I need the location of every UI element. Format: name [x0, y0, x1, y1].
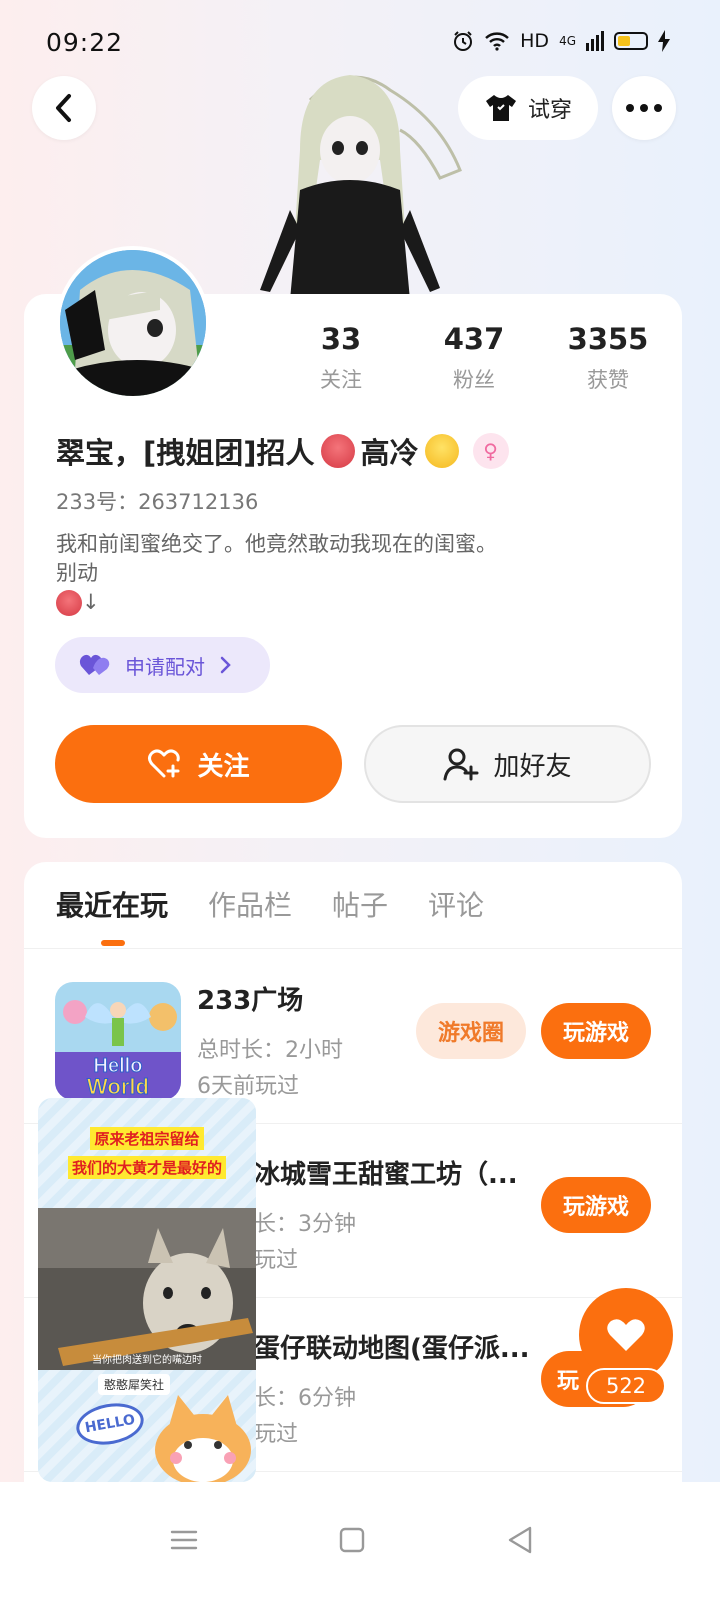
- nickname-text-2: 高冷: [360, 436, 419, 470]
- user-id: 233号：263712136: [56, 490, 259, 514]
- tab-posts[interactable]: 帖子: [332, 884, 388, 924]
- request-pair-button[interactable]: 申请配对: [55, 637, 270, 693]
- hello-bubble: HELLO: [73, 1398, 147, 1450]
- video-caption-line1: 原来老祖宗留给: [90, 1127, 204, 1150]
- tab-works[interactable]: 作品栏: [208, 884, 292, 924]
- stat-fans-value: 437: [443, 322, 505, 356]
- nickname-text-1: 翠宝，[拽姐团]招人: [56, 436, 315, 470]
- system-nav-bar: [0, 1482, 720, 1600]
- nickname: 翠宝，[拽姐团]招人 高冷 ♀: [56, 430, 509, 472]
- floating-video[interactable]: 原来老祖宗留给 我们的大黄才是最好的 当你把肉送到它的嘴边时 憨憨犀笑社 HEL…: [38, 1098, 256, 1482]
- game-title: 233广场: [197, 986, 304, 1016]
- avatar[interactable]: [56, 246, 210, 400]
- dog-image: [38, 1208, 256, 1370]
- status-time: 09:22: [46, 28, 124, 57]
- stat-following-value: 33: [320, 322, 362, 356]
- bio-suffix: ↓: [82, 590, 100, 614]
- try-on-label: 试穿: [527, 98, 572, 123]
- add-friend-label: 加好友: [493, 751, 572, 782]
- heart-plus-icon: [148, 749, 181, 778]
- signal-type: 4G: [559, 34, 576, 48]
- video-bottom-frame: 憨憨犀笑社 HELLO: [38, 1370, 256, 1482]
- status-icons: HD 4G: [452, 30, 670, 52]
- back-button[interactable]: [32, 76, 96, 140]
- character-figure: [260, 75, 462, 300]
- triangle-back-icon: [508, 1526, 532, 1554]
- menu-icon: [170, 1530, 198, 1550]
- request-pair-label: 申请配对: [125, 654, 205, 679]
- more-dots-icon: [626, 104, 662, 112]
- game-last-played: 6天前玩过: [197, 1074, 299, 1099]
- signal-icon: [586, 31, 604, 51]
- tab-recent-played[interactable]: 最近在玩: [56, 884, 168, 924]
- heart-icon: [607, 1319, 645, 1351]
- chevron-right-icon: [220, 656, 231, 674]
- game-title: 冰城雪王甜蜜工坊（...: [254, 1160, 518, 1190]
- home-nav-button[interactable]: [322, 1510, 382, 1570]
- female-icon: ♀: [472, 433, 509, 469]
- heart-pair-icon: [79, 654, 110, 675]
- game-duration: 长：6分钟: [254, 1386, 356, 1411]
- try-on-button[interactable]: 试穿: [458, 76, 598, 140]
- charging-icon: [658, 30, 670, 52]
- stat-fans-label: 粉丝: [453, 368, 495, 392]
- back-nav-button[interactable]: [490, 1510, 550, 1570]
- bio: 我和前闺蜜绝交了。他竟然敢动我现在的闺蜜。 别动 ↓: [56, 530, 497, 617]
- video-frame: 当你把肉送到它的嘴边时: [38, 1208, 256, 1370]
- video-subtitle: 当你把肉送到它的嘴边时: [92, 1355, 202, 1366]
- chevron-left-icon: [56, 94, 71, 122]
- follow-label: 关注: [197, 751, 250, 782]
- video-caption-area: 原来老祖宗留给 我们的大黄才是最好的: [38, 1098, 256, 1208]
- battery-icon: [614, 32, 648, 50]
- follow-button[interactable]: 关注: [55, 725, 342, 803]
- like-count: 522: [586, 1368, 666, 1404]
- tab-bar: 最近在玩 作品栏 帖子 评论: [56, 884, 484, 924]
- stat-following-label: 关注: [320, 368, 362, 392]
- stat-likes-label: 获赞: [587, 368, 629, 392]
- tabs-divider: [24, 948, 682, 949]
- bio-text: 我和前闺蜜绝交了。他竟然敢动我现在的闺蜜。 别动: [56, 532, 497, 585]
- angry-emoji-icon: [56, 590, 82, 616]
- stat-following[interactable]: 33 关注: [281, 322, 401, 394]
- corgi-icon: [155, 1395, 251, 1482]
- tab-comments[interactable]: 评论: [428, 884, 484, 924]
- tshirt-icon: [485, 95, 516, 121]
- square-icon: [339, 1527, 365, 1553]
- network-type: HD: [520, 30, 550, 52]
- stat-fans[interactable]: 437 粉丝: [414, 322, 534, 394]
- game-duration: 长：3分钟: [254, 1212, 356, 1237]
- menu-nav-button[interactable]: [154, 1510, 214, 1570]
- game-icon-233-plaza[interactable]: Hello World: [55, 982, 181, 1100]
- game-last-played: 玩过: [254, 1248, 299, 1273]
- svg-text:World: World: [87, 1074, 149, 1099]
- more-button[interactable]: [612, 76, 676, 140]
- add-user-icon: [443, 748, 479, 781]
- game-duration: 总时长：2小时: [197, 1038, 343, 1063]
- add-friend-button[interactable]: 加好友: [364, 725, 651, 803]
- video-caption-line2: 我们的大黄才是最好的: [67, 1156, 226, 1179]
- play-game-button[interactable]: 玩游戏: [541, 1003, 651, 1059]
- angry-emoji-icon: [320, 434, 355, 468]
- tab-indicator: [101, 940, 125, 946]
- smirk-emoji-icon: [424, 434, 459, 468]
- game-title: 蛋仔联动地图(蛋仔派...: [254, 1334, 530, 1364]
- play-game-button[interactable]: 玩游戏: [541, 1177, 651, 1233]
- stat-likes-value: 3355: [567, 322, 649, 356]
- game-circle-button[interactable]: 游戏圈: [416, 1003, 526, 1059]
- stat-likes[interactable]: 3355 获赞: [548, 322, 668, 394]
- game-icon-image: Hello World: [55, 982, 181, 1100]
- game-last-played: 玩过: [254, 1422, 299, 1447]
- alarm-icon: [454, 31, 473, 51]
- wifi-icon: [485, 32, 509, 51]
